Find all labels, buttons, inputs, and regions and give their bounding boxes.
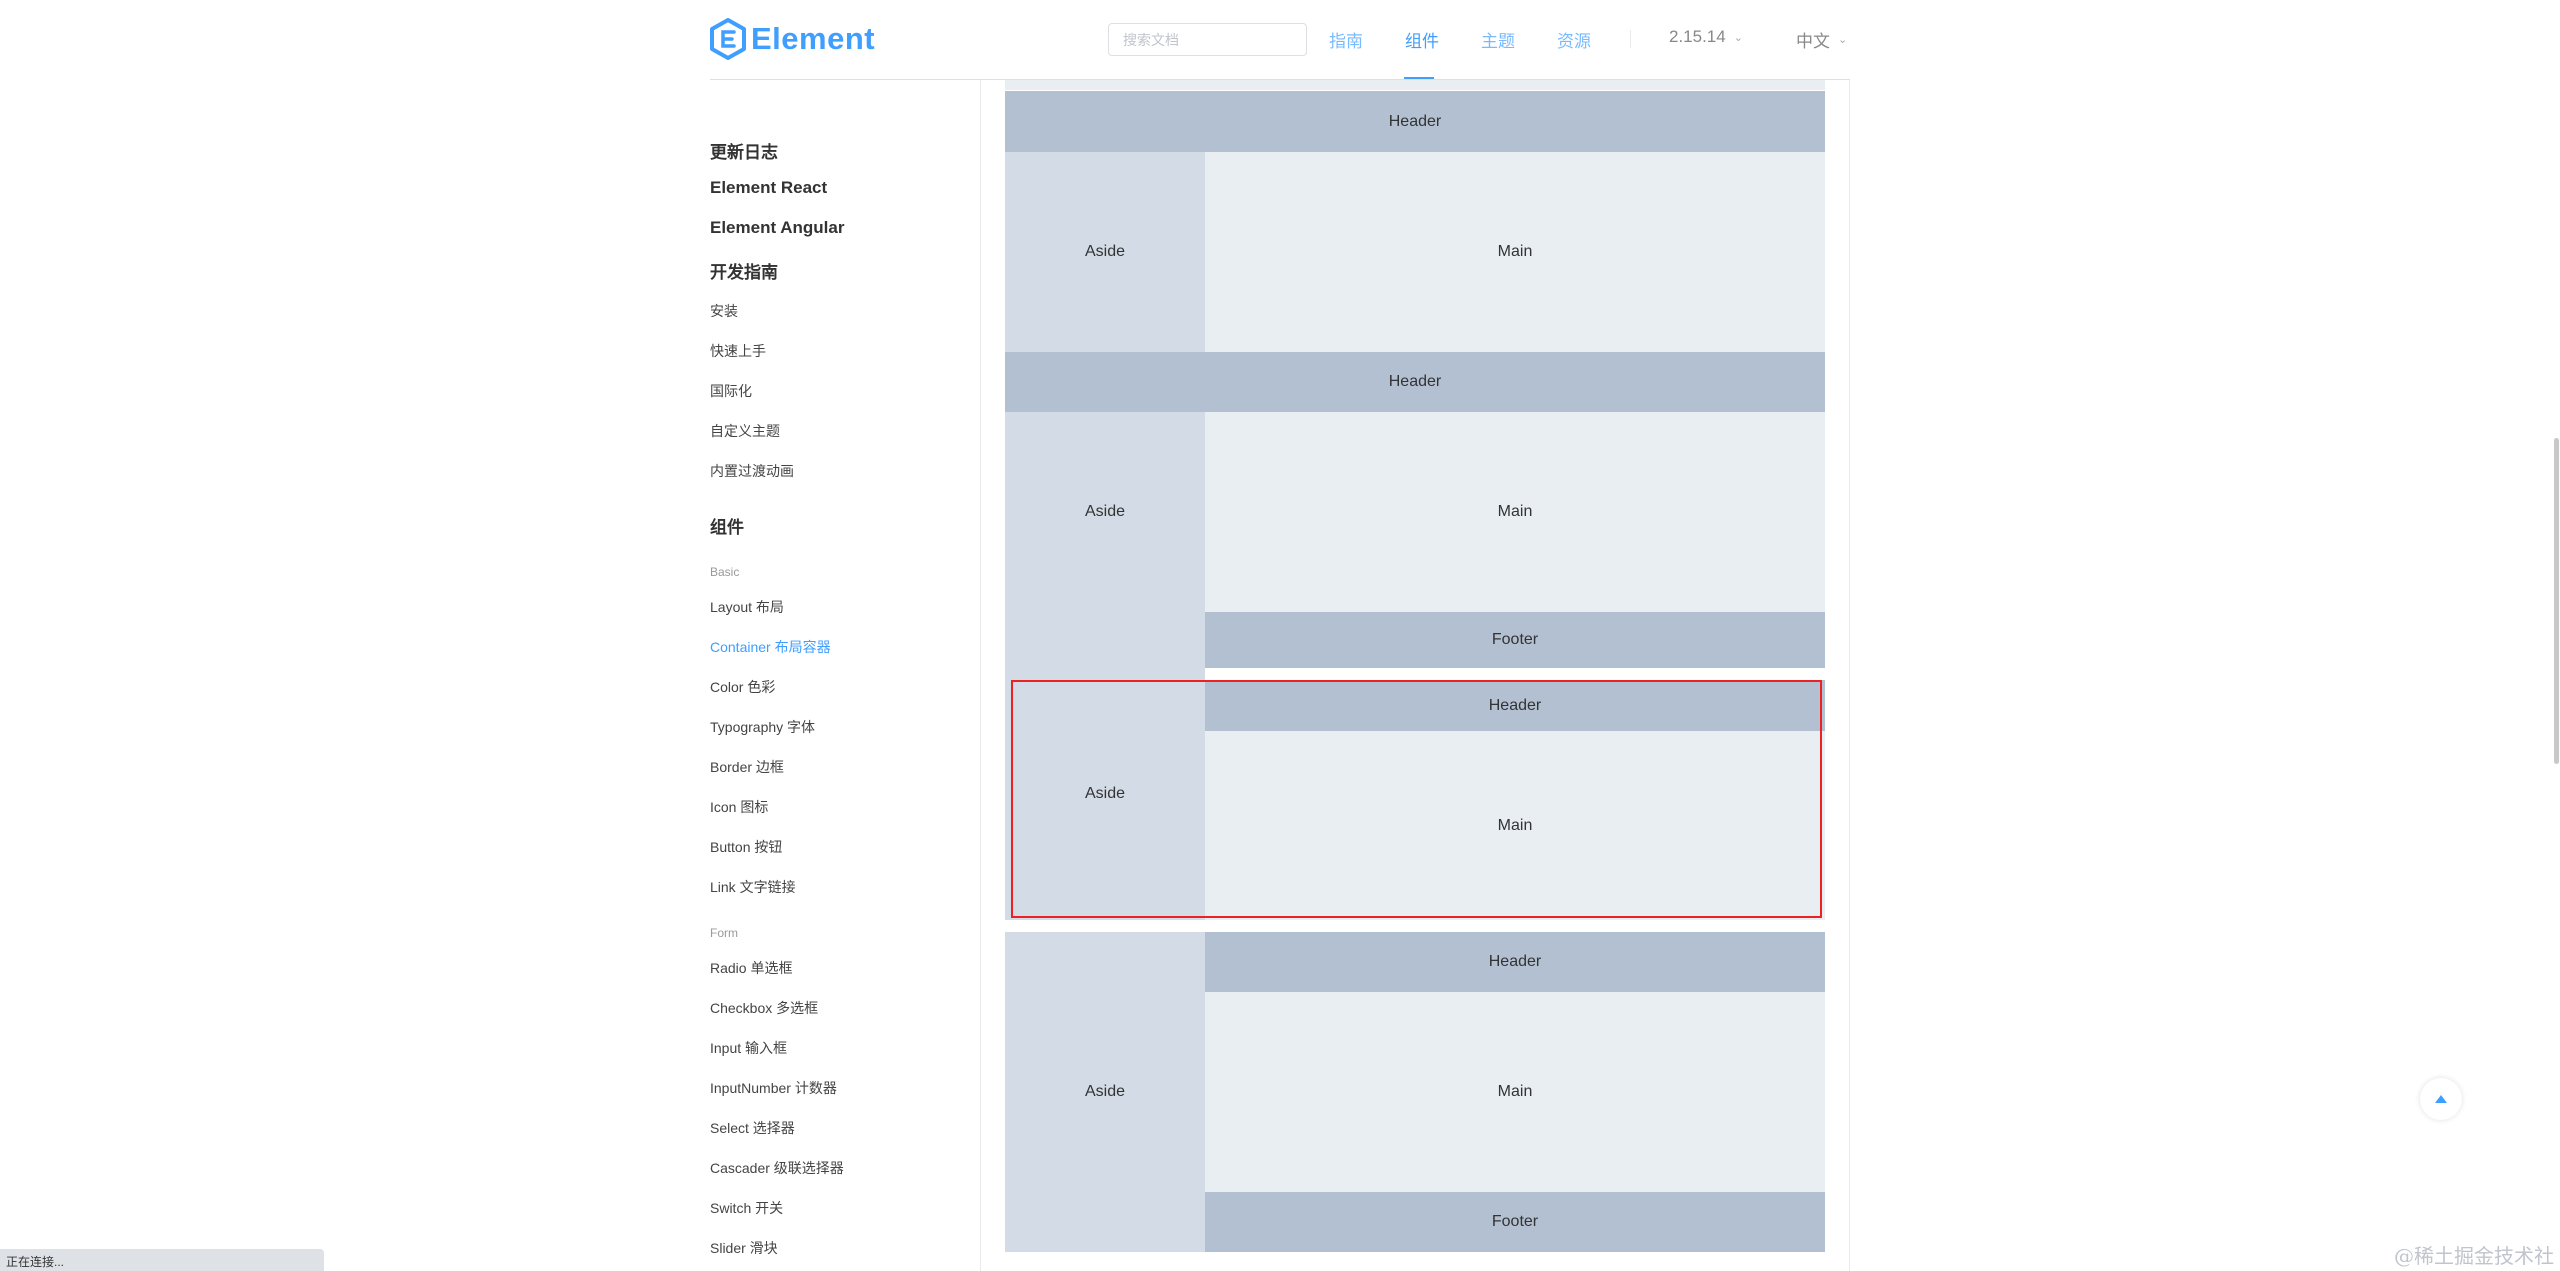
sidebar-item-install[interactable]: 安装 xyxy=(710,301,738,321)
language-select[interactable]: 中文 ⌄ xyxy=(1796,27,1847,52)
demo4-main: Main xyxy=(1205,992,1825,1192)
nav-resource[interactable]: 资源 xyxy=(1557,27,1591,52)
demo2-aside: Aside xyxy=(1005,412,1205,612)
sidebar-item-transition[interactable]: 内置过渡动画 xyxy=(710,461,794,481)
sidebar-item-slider[interactable]: Slider 滑块 xyxy=(710,1238,778,1258)
sidebar-item-element-angular[interactable]: Element Angular xyxy=(710,218,844,238)
element-logo-icon xyxy=(710,18,746,60)
sidebar-group-basic: Basic xyxy=(710,565,740,579)
nav-guide[interactable]: 指南 xyxy=(1329,27,1363,52)
demo1-main: Main xyxy=(1205,152,1825,352)
demo2-main: Main xyxy=(1205,412,1825,612)
sidebar-item-input[interactable]: Input 输入框 xyxy=(710,1038,787,1058)
element-docs-page: Element 指南 组件 主题 资源 2.15.14 ⌄ 中文 ⌄ 更新日志 … xyxy=(0,0,2560,1271)
sidebar-item-radio[interactable]: Radio 单选框 xyxy=(710,958,792,978)
page-scrollbar[interactable] xyxy=(2554,438,2559,764)
demo4-header: Header xyxy=(1205,932,1825,992)
sidebar-item-color[interactable]: Color 色彩 xyxy=(710,677,775,697)
nav-theme[interactable]: 主题 xyxy=(1481,27,1515,52)
sidebar-item-typography[interactable]: Typography 字体 xyxy=(710,717,815,737)
sidebar-group-form: Form xyxy=(710,926,738,940)
search-input[interactable] xyxy=(1108,23,1307,56)
sidebar-item-cascader[interactable]: Cascader 级联选择器 xyxy=(710,1158,844,1178)
nav-component[interactable]: 组件 xyxy=(1405,27,1439,52)
sidebar-item-switch[interactable]: Switch 开关 xyxy=(710,1198,783,1218)
demo2-footer: Footer xyxy=(1205,612,1825,668)
sidebar-section-dev-guide: 开发指南 xyxy=(710,263,778,282)
top-navbar: Element 指南 组件 主题 资源 2.15.14 ⌄ 中文 ⌄ xyxy=(0,0,2560,79)
demo1-header: Header xyxy=(1005,91,1825,152)
demo4-aside: Aside xyxy=(1005,932,1205,1252)
sidebar-item-checkbox[interactable]: Checkbox 多选框 xyxy=(710,998,818,1018)
chevron-down-icon: ⌄ xyxy=(1733,31,1743,44)
demo4-footer: Footer xyxy=(1205,1192,1825,1252)
annotation-highlight-box xyxy=(1011,680,1822,918)
demo1-aside: Aside xyxy=(1005,152,1205,352)
demo2-header: Header xyxy=(1005,352,1825,412)
chevron-down-icon: ⌄ xyxy=(1838,34,1848,46)
sidebar-item-link[interactable]: Link 文字链接 xyxy=(710,877,796,897)
demo-prev-main-edge xyxy=(1005,80,1825,90)
sidebar-item-container[interactable]: Container 布局容器 xyxy=(710,637,831,657)
sidebar-item-icon[interactable]: Icon 图标 xyxy=(710,797,768,817)
sidebar-item-quickstart[interactable]: 快速上手 xyxy=(710,341,766,361)
sidebar-item-button[interactable]: Button 按钮 xyxy=(710,837,782,857)
logo-text: Element xyxy=(751,21,876,56)
sidebar-item-changelog[interactable]: 更新日志 xyxy=(710,138,778,163)
demo2-aside-extension xyxy=(1005,612,1205,668)
sidebar-item-border[interactable]: Border 边框 xyxy=(710,757,784,777)
sidebar-item-layout[interactable]: Layout 布局 xyxy=(710,597,784,617)
sidebar-item-custom-theme[interactable]: 自定义主题 xyxy=(710,421,780,441)
content-right-border xyxy=(1849,80,1850,1271)
watermark: @稀土掘金技术社区 xyxy=(2394,1244,2554,1268)
sidebar-item-select[interactable]: Select 选择器 xyxy=(710,1118,795,1138)
caret-up-icon xyxy=(2435,1095,2447,1103)
sidebar-item-inputnumber[interactable]: InputNumber 计数器 xyxy=(710,1078,837,1098)
back-to-top-button[interactable] xyxy=(2420,1078,2462,1120)
language-label: 中文 xyxy=(1796,32,1830,51)
browser-status-bar: 正在连接... xyxy=(0,1249,324,1271)
version-label: 2.15.14 xyxy=(1669,27,1726,46)
content-left-border xyxy=(980,80,981,1271)
element-logo[interactable]: Element xyxy=(709,18,875,60)
nav-separator xyxy=(1630,30,1631,48)
version-select[interactable]: 2.15.14 ⌄ xyxy=(1669,27,1743,47)
sidebar-item-element-react[interactable]: Element React xyxy=(710,178,827,198)
sidebar-item-i18n[interactable]: 国际化 xyxy=(710,381,752,401)
sidebar-section-components: 组件 xyxy=(710,518,744,537)
